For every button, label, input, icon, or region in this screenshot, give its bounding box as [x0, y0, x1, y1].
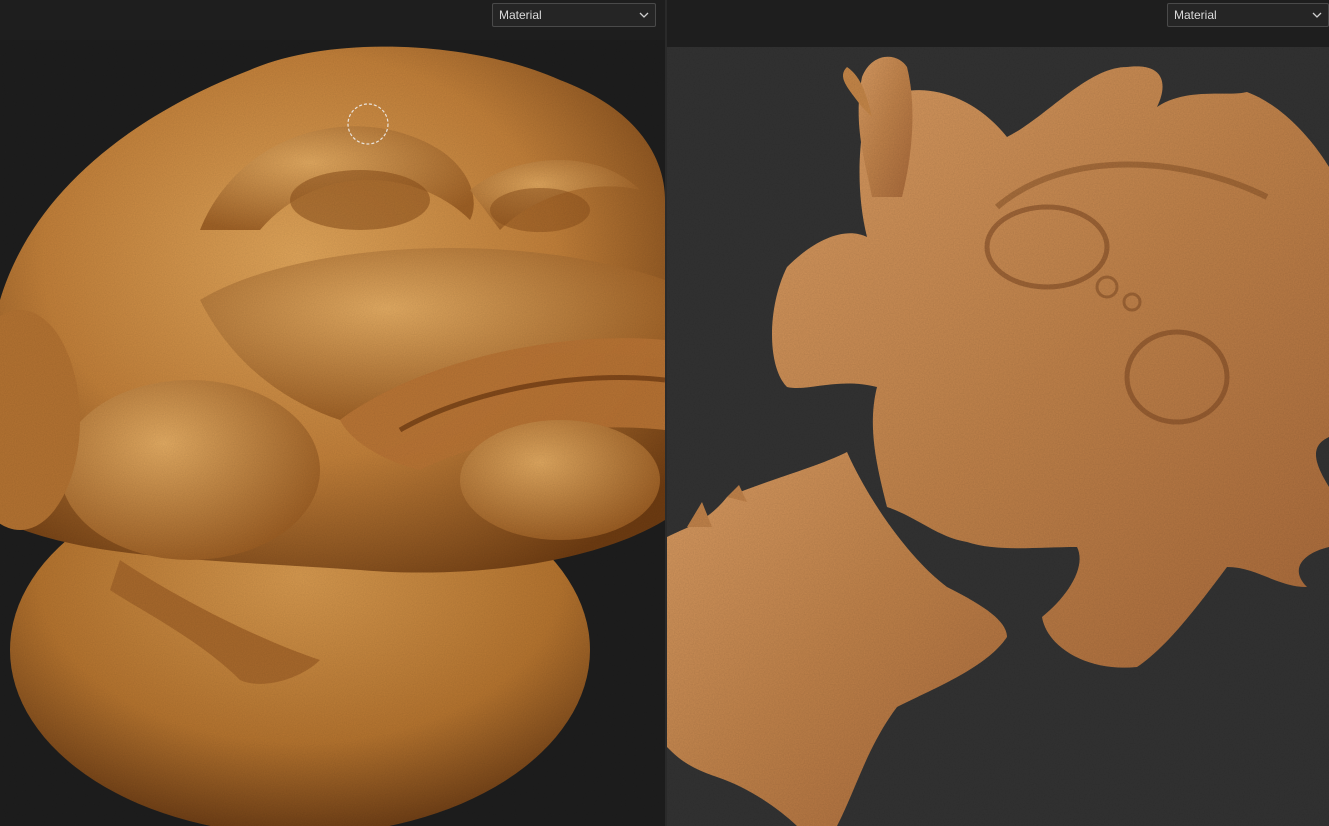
uv-texture-islands[interactable]	[667, 47, 1329, 826]
uv-viewport[interactable]: Material	[667, 0, 1329, 826]
uv-canvas[interactable]	[667, 47, 1329, 826]
viewport-3d-mode-dropdown[interactable]: Material	[492, 3, 656, 27]
texture-painting-app: Material Material	[0, 0, 1329, 826]
chevron-down-icon	[1311, 4, 1323, 26]
chevron-down-icon	[638, 4, 650, 26]
viewport-uv-mode-dropdown[interactable]: Material	[1167, 3, 1329, 27]
viewport-uv-mode-label: Material	[1174, 8, 1217, 22]
3d-model-render[interactable]	[0, 0, 665, 826]
3d-viewport[interactable]: Material	[0, 0, 665, 826]
viewport-3d-mode-label: Material	[499, 8, 542, 22]
